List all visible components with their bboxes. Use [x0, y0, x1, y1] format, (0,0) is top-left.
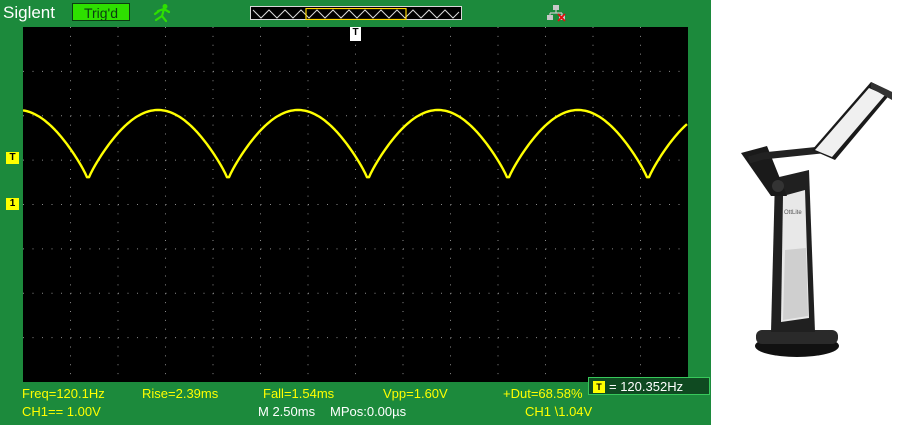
measure-frequency: Freq=120.1Hz — [22, 386, 105, 401]
channel1-ground-marker: 1 — [6, 198, 19, 210]
trigger-position-marker: T — [350, 27, 361, 41]
usb-network-icon — [546, 4, 566, 22]
measure-rise-time: Rise=2.39ms — [142, 386, 219, 401]
measure-fall-time: Fall=1.54ms — [263, 386, 335, 401]
frequency-counter-readout: T = 120.352Hz — [588, 377, 710, 395]
trigger-source-status: CH1 \1.04V — [525, 404, 593, 419]
trigger-level-marker: T — [6, 152, 19, 164]
desk-lamp-photo: OttLite — [711, 0, 900, 425]
trigger-status-badge: Trig'd — [72, 3, 130, 21]
timebase-status: M 2.50ms — [258, 404, 316, 419]
frequency-value: = 120.352Hz — [609, 379, 684, 394]
measure-vpp: Vpp=1.60V — [383, 386, 448, 401]
waveform-screen: T T = 120.352Hz — [23, 27, 710, 395]
ch1-waveform-trace — [23, 108, 688, 179]
top-status-bar: Siglent Trig'd — [0, 0, 711, 26]
memory-position-bar[interactable] — [250, 6, 462, 21]
trigger-icon: T — [593, 380, 605, 393]
memory-position-status: MPos:0.00µs — [330, 404, 407, 419]
measure-duty-cycle: +Dut=68.58% — [503, 386, 583, 401]
graticule-grid — [23, 27, 688, 382]
running-figure-icon — [150, 3, 172, 23]
svg-text:OttLite: OttLite — [784, 210, 802, 216]
brand-label: Siglent — [3, 3, 55, 22]
ch1-scale-status: CH1== 1.00V — [22, 404, 101, 419]
oscilloscope-display: Siglent Trig'd T T = 120.352Hz T 1 Freq=… — [0, 0, 711, 425]
